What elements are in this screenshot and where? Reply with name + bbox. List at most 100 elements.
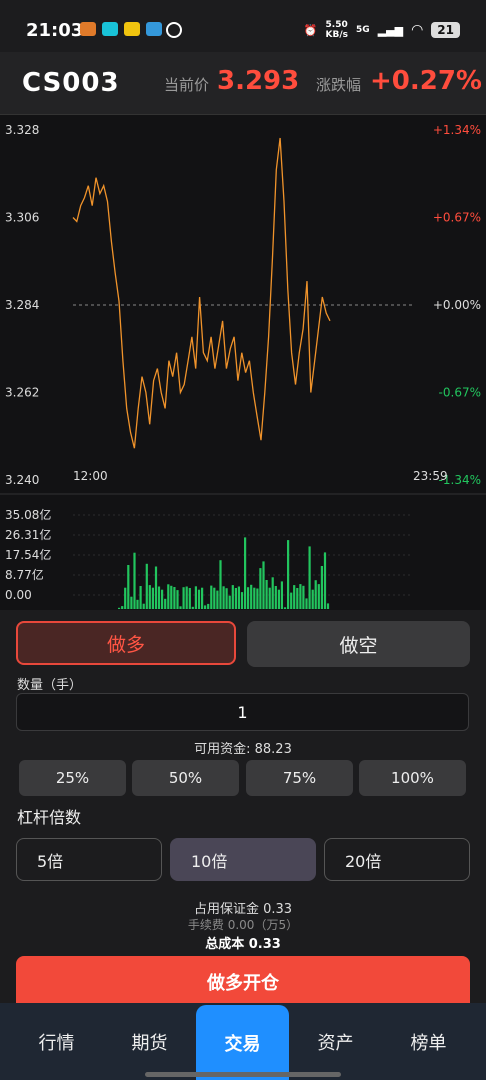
pct-tick-label: +1.34% (433, 123, 481, 137)
price-label: 当前价 (164, 76, 210, 94)
volume-bar (225, 588, 228, 609)
volume-bar (317, 584, 320, 609)
volume-bar (197, 589, 201, 609)
volume-bar (139, 586, 142, 609)
status-time: 21:03 (26, 20, 84, 41)
tab-market[interactable]: 行情 (10, 1003, 103, 1080)
volume-bar (142, 603, 145, 609)
volume-bar (185, 586, 188, 609)
y-tick-label: 3.328 (5, 123, 39, 137)
volume-bar (302, 585, 305, 609)
leverage-5x-button[interactable]: 5倍 (16, 838, 162, 881)
tab-leaderboard[interactable]: 榜单 (382, 1003, 475, 1080)
volume-bar (290, 592, 293, 609)
app-notification-icon (102, 22, 118, 36)
home-indicator (145, 1072, 341, 1077)
tab-assets[interactable]: 资产 (289, 1003, 382, 1080)
volume-bar (222, 586, 225, 609)
tab-futures[interactable]: 期货 (103, 1003, 196, 1080)
chart-svg: 3.328 3.306 3.284 3.262 3.240 +1.34% +0.67% +0.… (0, 123, 486, 609)
volume-tick-label: 26.31亿 (5, 527, 51, 542)
volume-bar (127, 565, 130, 609)
volume-bar (247, 587, 250, 609)
pct-tick-label: +0.00% (433, 298, 481, 312)
volume-bar (157, 586, 161, 609)
volume-bar (182, 587, 185, 609)
volume-bar (320, 566, 323, 609)
long-button[interactable]: 做多 (16, 621, 236, 665)
fee-text: 手续费 0.00（万5） (187, 918, 299, 932)
volume-tick-label: 0.00 (5, 588, 32, 602)
change-label: 涨跌幅 (316, 76, 362, 94)
volume-bar (231, 585, 234, 609)
volume-bar (136, 599, 139, 609)
net-speed: 5.50 (325, 20, 348, 30)
app-notification-icon (80, 22, 96, 36)
volume-bar (283, 607, 287, 609)
price-chart[interactable]: 3.328 3.306 3.284 3.262 3.240 +1.34% +0.67% +0.… (0, 115, 486, 610)
trade-panel: 做多 做空 数量（手） 可用资金: 88.23 25% 50% 75% 100%… (0, 610, 486, 1008)
quantity-label: 数量（手） (17, 678, 83, 693)
quote-header: CS003 当前价 3.293 涨跌幅 +0.27% (0, 52, 486, 115)
leverage-20x-button[interactable]: 20倍 (324, 838, 470, 881)
pct-50-button[interactable]: 50% (132, 760, 239, 796)
volume-bar (228, 595, 231, 609)
pct-25-button[interactable]: 25% (19, 760, 126, 796)
pct-tick-label: -0.67% (439, 386, 481, 400)
volume-tick-label: 8.77亿 (5, 567, 44, 582)
volume-bar (164, 598, 167, 609)
x-start-label: 12:00 (73, 469, 108, 483)
current-price: 3.293 (217, 66, 300, 96)
available-funds: 可用资金: 88.23 (194, 742, 292, 757)
volume-bar (268, 587, 271, 609)
volume-tick-label: 17.54亿 (5, 547, 51, 562)
volume-bar (308, 546, 311, 609)
signal-icon: ▂▄▆ (377, 23, 404, 37)
volume-tick-label: 35.08亿 (5, 507, 51, 522)
volume-bar (216, 590, 219, 609)
volume-bar (244, 537, 247, 609)
tab-trade[interactable]: 交易 (196, 1005, 289, 1080)
short-button[interactable]: 做空 (247, 621, 470, 667)
volume-bar (173, 587, 176, 609)
price-line (72, 137, 331, 449)
volume-bar (201, 587, 204, 609)
volume-bar (265, 580, 268, 609)
volume-bar (326, 603, 330, 609)
volume-bar (323, 552, 327, 609)
volume-bar (259, 568, 262, 609)
volume-bar (274, 586, 277, 609)
volume-bar (311, 589, 314, 609)
volume-bar (179, 606, 182, 609)
pct-75-button[interactable]: 75% (246, 760, 353, 796)
volume-bar (287, 540, 290, 609)
volume-bar (213, 587, 216, 609)
volume-bar (170, 585, 173, 609)
volume-bar (240, 592, 244, 609)
alarm-icon: ⏰ (303, 23, 318, 37)
volume-bar (314, 580, 317, 609)
volume-bar (293, 585, 296, 609)
open-long-button[interactable]: 做多开仓 (16, 956, 470, 1008)
volume-bar (305, 598, 308, 609)
status-bar: 21:03 ⏰ 5.50 KB/s 5G ▂▄▆ ◠ 21 (0, 0, 486, 52)
volume-bar (204, 605, 207, 609)
battery-icon: 21 (431, 22, 460, 38)
leverage-title: 杠杆倍数 (17, 808, 82, 827)
margin-text: 占用保证金 0.33 (193, 902, 293, 917)
app-notification-icon (146, 22, 162, 36)
volume-bar (148, 585, 151, 609)
wifi-icon: ◠ (411, 22, 424, 38)
volume-bar (188, 588, 191, 609)
volume-bar (210, 585, 213, 609)
leverage-10x-button[interactable]: 10倍 (170, 838, 316, 881)
volume-bar (277, 589, 280, 609)
y-tick-label: 3.262 (5, 386, 39, 400)
volume-bar (250, 584, 253, 609)
volume-bar (194, 586, 197, 609)
pct-100-button[interactable]: 100% (359, 760, 466, 796)
y-tick-label: 3.240 (5, 473, 39, 487)
y-tick-label: 3.284 (5, 298, 39, 312)
quantity-input[interactable] (16, 693, 469, 731)
play-icon (166, 22, 182, 38)
